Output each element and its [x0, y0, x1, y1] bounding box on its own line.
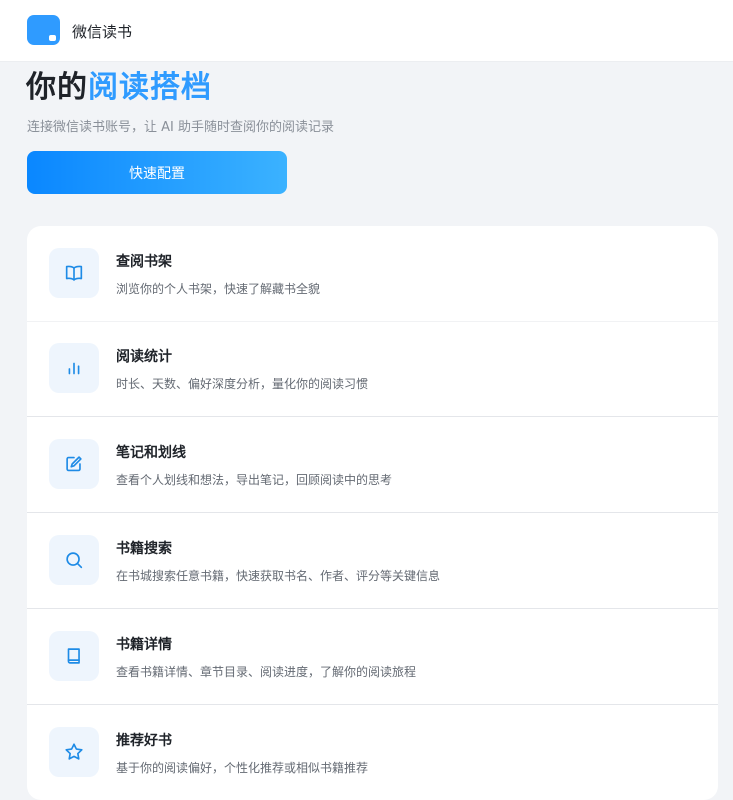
feature-description: 查看书籍详情、章节目录、阅读进度，了解你的阅读旅程 [116, 665, 417, 679]
feature-description: 基于你的阅读偏好，个性化推荐或相似书籍推荐 [116, 761, 369, 775]
feature-description: 在书城搜索任意书籍，快速获取书名、作者、评分等关键信息 [116, 569, 441, 583]
feature-item-book-details[interactable]: 书籍详情 查看书籍详情、章节目录、阅读进度，了解你的阅读旅程 [27, 609, 718, 705]
book-icon [49, 631, 99, 681]
feature-description: 浏览你的个人书架，快速了解藏书全貌 [116, 282, 321, 296]
feature-item-recommendations[interactable]: 推荐好书 基于你的阅读偏好，个性化推荐或相似书籍推荐 [27, 705, 718, 800]
feature-title: 推荐好书 [116, 733, 172, 749]
page-subtitle: 连接微信读书账号，让 AI 助手随时查阅你的阅读记录 [27, 120, 334, 135]
feature-description: 查看个人划线和想法，导出笔记，回顾阅读中的思考 [116, 473, 393, 487]
top-bar: 微信读书 [0, 0, 733, 62]
quick-setup-button[interactable]: 快速配置 [27, 151, 287, 194]
feature-title: 阅读统计 [116, 349, 172, 365]
search-icon [49, 535, 99, 585]
star-icon [49, 727, 99, 777]
feature-item-reading-stats[interactable]: 阅读统计 时长、天数、偏好深度分析，量化你的阅读习惯 [27, 321, 718, 417]
open-book-icon [49, 248, 99, 298]
feature-description: 时长、天数、偏好深度分析，量化你的阅读习惯 [116, 377, 369, 391]
feature-item-bookshelf[interactable]: 查阅书架 浏览你的个人书架，快速了解藏书全貌 [27, 226, 718, 322]
app-title: 微信读书 [72, 23, 133, 41]
feature-title: 查阅书架 [116, 254, 172, 270]
feature-title: 书籍搜索 [116, 541, 172, 557]
feature-item-notes[interactable]: 笔记和划线 查看个人划线和想法，导出笔记，回顾阅读中的思考 [27, 417, 718, 513]
feature-title: 笔记和划线 [116, 445, 186, 461]
feature-title: 书籍详情 [116, 637, 172, 653]
feature-list: 查阅书架 浏览你的个人书架，快速了解藏书全貌 阅读统计 时长、天数、偏好深度分析… [27, 226, 718, 800]
page-title-plain: 你的 [26, 70, 88, 105]
page-title: 你的阅读搭档 [26, 68, 212, 108]
chat-bubble-logo-icon [27, 15, 60, 45]
feature-item-book-search[interactable]: 书籍搜索 在书城搜索任意书籍，快速获取书名、作者、评分等关键信息 [27, 513, 718, 609]
page-title-accent: 阅读搭档 [88, 70, 212, 105]
edit-icon [49, 439, 99, 489]
bar-chart-icon [49, 343, 99, 393]
